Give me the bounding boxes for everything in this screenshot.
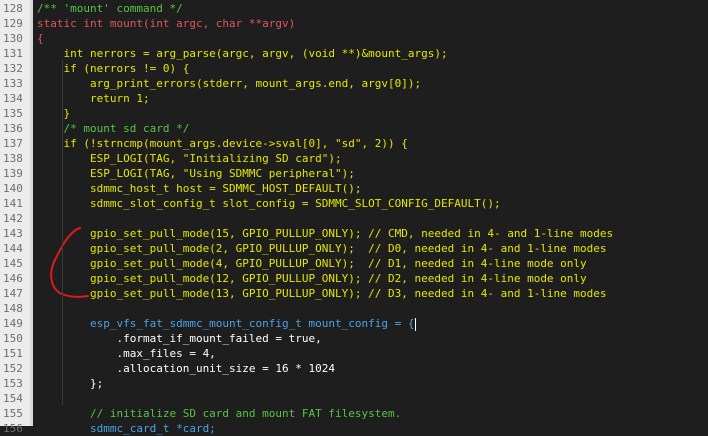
- code-line[interactable]: static int mount(int argc, char **argv): [37, 16, 295, 31]
- line-number: 128: [3, 2, 23, 15]
- code-line[interactable]: {: [37, 31, 44, 46]
- code-line[interactable]: sdmmc_host_t host = SDMMC_HOST_DEFAULT()…: [37, 181, 362, 196]
- code-line[interactable]: if (!strncmp(mount_args.device->sval[0],…: [37, 136, 407, 151]
- line-number: 135: [3, 107, 23, 120]
- line-number: 151: [3, 347, 23, 360]
- code-line[interactable]: };: [37, 376, 103, 391]
- indent-guide: [62, 60, 63, 405]
- code-line[interactable]: }: [37, 106, 70, 121]
- line-number: 139: [3, 167, 23, 180]
- line-number: 146: [3, 272, 23, 285]
- line-number: 145: [3, 257, 23, 270]
- line-number: 140: [3, 182, 23, 195]
- line-number: 132: [3, 62, 23, 75]
- code-line[interactable]: return 1;: [37, 91, 150, 106]
- code-line[interactable]: gpio_set_pull_mode(15, GPIO_PULLUP_ONLY)…: [37, 226, 613, 241]
- code-line[interactable]: ESP_LOGI(TAG, "Using SDMMC peripheral");: [37, 166, 355, 181]
- code-line[interactable]: /* mount sd card */: [37, 121, 189, 136]
- code-line[interactable]: sdmmc_slot_config_t slot_config = SDMMC_…: [37, 196, 501, 211]
- line-number: 152: [3, 362, 23, 375]
- code-line[interactable]: // initialize SD card and mount FAT file…: [37, 406, 401, 421]
- line-number: 154: [3, 392, 23, 405]
- code-line[interactable]: gpio_set_pull_mode(4, GPIO_PULLUP_ONLY);…: [37, 256, 587, 271]
- line-number: 149: [3, 317, 23, 330]
- line-number: 134: [3, 92, 23, 105]
- code-line[interactable]: .format_if_mount_failed = true,: [37, 331, 321, 346]
- fold-margin: [30, 0, 33, 426]
- line-number: 133: [3, 77, 23, 90]
- line-number: 148: [3, 302, 23, 315]
- code-line[interactable]: .allocation_unit_size = 16 * 1024: [37, 361, 335, 376]
- line-number: 150: [3, 332, 23, 345]
- line-number: 147: [3, 287, 23, 300]
- code-line[interactable]: gpio_set_pull_mode(13, GPIO_PULLUP_ONLY)…: [37, 286, 607, 301]
- code-line[interactable]: ESP_LOGI(TAG, "Initializing SD card");: [37, 151, 342, 166]
- line-number: 156: [3, 422, 23, 435]
- line-number: 130: [3, 32, 23, 45]
- line-number: 142: [3, 212, 23, 225]
- code-line[interactable]: gpio_set_pull_mode(2, GPIO_PULLUP_ONLY);…: [37, 241, 607, 256]
- code-line[interactable]: /** 'mount' command */: [37, 1, 183, 16]
- code-line[interactable]: if (nerrors != 0) {: [37, 61, 189, 76]
- line-number: 141: [3, 197, 23, 210]
- line-number: 153: [3, 377, 23, 390]
- line-number: 138: [3, 152, 23, 165]
- code-line[interactable]: arg_print_errors(stderr, mount_args.end,…: [37, 76, 421, 91]
- line-number: 155: [3, 407, 23, 420]
- line-number: 136: [3, 122, 23, 135]
- line-number: 144: [3, 242, 23, 255]
- line-number: 129: [3, 17, 23, 30]
- line-number: 143: [3, 227, 23, 240]
- line-number: 137: [3, 137, 23, 150]
- text-cursor: [414, 317, 416, 331]
- code-line[interactable]: int nerrors = arg_parse(argc, argv, (voi…: [37, 46, 447, 61]
- line-number: 131: [3, 47, 23, 60]
- code-line[interactable]: .max_files = 4,: [37, 346, 215, 361]
- code-line[interactable]: sdmmc_card_t *card;: [37, 421, 216, 436]
- code-line[interactable]: esp_vfs_fat_sdmmc_mount_config_t mount_c…: [37, 316, 416, 331]
- code-line[interactable]: gpio_set_pull_mode(12, GPIO_PULLUP_ONLY)…: [37, 271, 587, 286]
